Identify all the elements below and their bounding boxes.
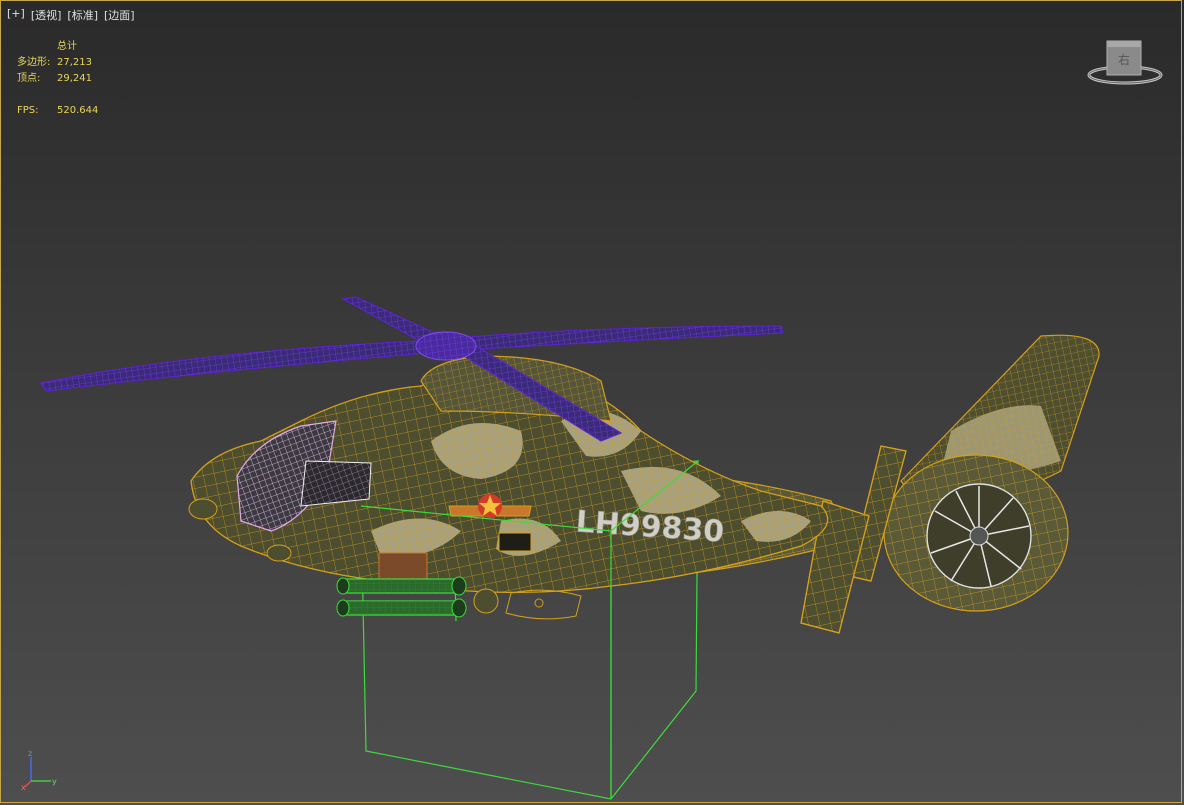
viewcube-icon[interactable]: 右: [1085, 37, 1165, 89]
axis-label-x: x: [21, 783, 26, 791]
scene-canvas[interactable]: LH99830: [1, 1, 1183, 804]
axis-label-z: z: [28, 749, 32, 758]
axis-label-y: y: [52, 777, 57, 786]
axis-tripod-icon: z y x: [21, 749, 57, 791]
side-door-panel: [498, 532, 532, 552]
viewcube-face-label: 右: [1118, 52, 1130, 67]
fenestron-tail-rotor: [883, 454, 1069, 612]
perspective-viewport[interactable]: [+] [透视] [标准] [边面] 总计 多边形: 27,213 顶点: 29…: [0, 0, 1182, 803]
